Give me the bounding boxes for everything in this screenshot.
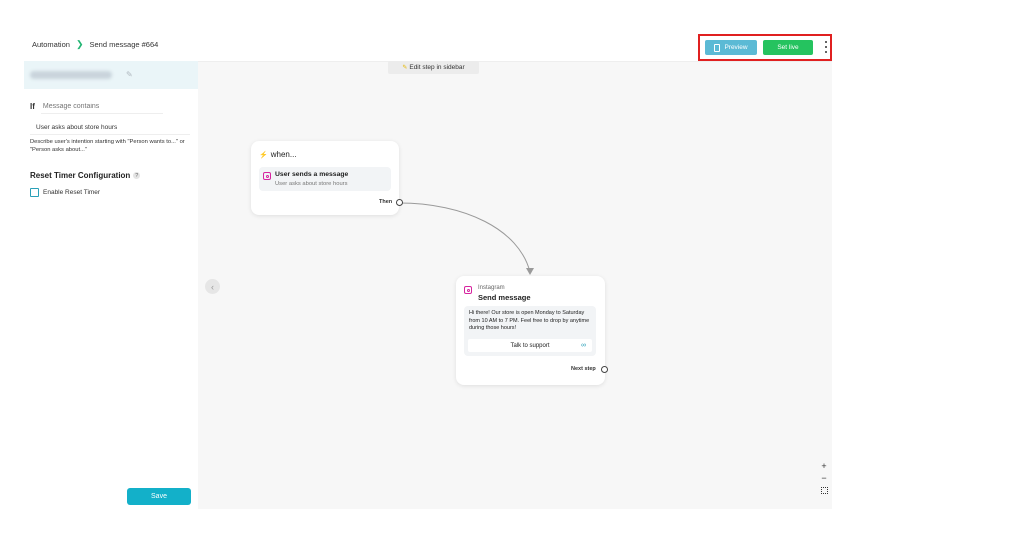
fit-view-icon[interactable] — [820, 487, 828, 494]
zoom-out-icon[interactable]: − — [821, 474, 826, 483]
next-step-label: Next step — [571, 366, 596, 372]
instagram-icon — [464, 286, 472, 294]
send-message-node[interactable]: Instagram Send message Hi there! Our sto… — [456, 276, 608, 385]
instagram-icon — [263, 172, 271, 180]
trigger-node[interactable]: ⚡ when... User sends a message User asks… — [251, 141, 403, 215]
talk-to-support-button[interactable]: Talk to support ∞ — [468, 339, 592, 352]
trigger-header-label: when... — [270, 150, 297, 159]
then-port[interactable] — [396, 199, 403, 206]
then-label: Then — [379, 199, 393, 205]
zoom-in-icon[interactable]: + — [821, 462, 826, 471]
talk-to-support-label: Talk to support — [510, 342, 550, 349]
trigger-item-subtitle: User asks about store hours — [275, 181, 348, 187]
action-platform: Instagram — [478, 285, 505, 291]
zoom-controls: + − — [818, 462, 830, 494]
connection-edge — [398, 202, 534, 275]
message-box[interactable]: Hi there! Our store is open Monday to Sa… — [464, 306, 596, 356]
trigger-item-title: User sends a message — [275, 171, 349, 178]
trigger-item[interactable]: User sends a message User asks about sto… — [259, 167, 391, 191]
message-text: Hi there! Our store is open Monday to Sa… — [469, 310, 590, 331]
bolt-icon: ⚡ — [259, 151, 268, 159]
next-step-port[interactable] — [601, 366, 608, 373]
action-title: Send message — [478, 293, 531, 302]
trigger-header: ⚡ when... — [259, 150, 297, 159]
link-icon: ∞ — [581, 342, 586, 349]
automation-editor: Automation ❯ Send message #664 Preview S… — [24, 29, 832, 509]
